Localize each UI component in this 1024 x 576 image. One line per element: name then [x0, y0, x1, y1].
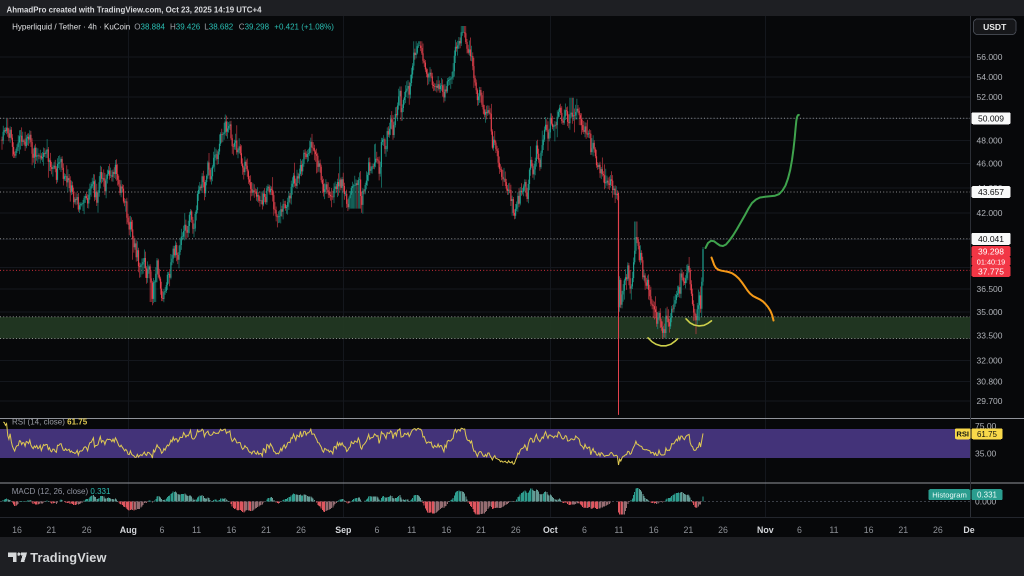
svg-text:TradingView: TradingView [30, 550, 106, 565]
svg-text:11: 11 [614, 525, 623, 535]
svg-text:11: 11 [407, 525, 416, 535]
svg-text:21: 21 [684, 525, 694, 535]
svg-text:0.331: 0.331 [977, 491, 998, 500]
svg-text:48.000: 48.000 [977, 136, 1003, 146]
svg-text:26: 26 [296, 525, 306, 535]
svg-text:54.000: 54.000 [977, 72, 1003, 82]
svg-text:42.000: 42.000 [977, 208, 1003, 218]
svg-text:RSI (14, close) 61.75: RSI (14, close) 61.75 [12, 418, 88, 427]
svg-text:H39.426: H39.426 [170, 23, 201, 32]
svg-text:+0.421 (+1.08%): +0.421 (+1.08%) [274, 23, 334, 32]
svg-text:50.009: 50.009 [978, 113, 1004, 123]
svg-text:30.800: 30.800 [977, 376, 1003, 386]
svg-text:35.000: 35.000 [977, 307, 1003, 317]
svg-text:USDT: USDT [983, 22, 1007, 32]
svg-text:16: 16 [649, 525, 659, 535]
svg-text:26: 26 [511, 525, 521, 535]
svg-text:01:40:19: 01:40:19 [977, 257, 1005, 266]
svg-text:Hyperliquid / Tether · 4h · Ku: Hyperliquid / Tether · 4h · KuCoin [12, 23, 130, 32]
svg-text:46.000: 46.000 [977, 159, 1003, 169]
svg-text:33.500: 33.500 [977, 331, 1003, 341]
svg-text:Nov: Nov [757, 525, 774, 535]
svg-text:De: De [963, 525, 974, 535]
svg-text:36.500: 36.500 [977, 284, 1003, 294]
svg-text:6: 6 [160, 525, 165, 535]
svg-text:21: 21 [46, 525, 56, 535]
svg-text:O38.884: O38.884 [134, 23, 165, 32]
svg-text:35.00: 35.00 [975, 449, 997, 459]
svg-text:52.000: 52.000 [977, 92, 1003, 102]
svg-text:21: 21 [261, 525, 271, 535]
svg-text:29.700: 29.700 [977, 396, 1003, 406]
svg-text:16: 16 [864, 525, 874, 535]
svg-text:16: 16 [442, 525, 452, 535]
svg-text:39.298: 39.298 [978, 247, 1004, 257]
svg-text:61.75: 61.75 [977, 430, 998, 439]
svg-text:Oct: Oct [543, 525, 558, 535]
svg-text:21: 21 [476, 525, 486, 535]
svg-text:6: 6 [797, 525, 802, 535]
svg-text:RSI: RSI [956, 429, 969, 438]
svg-text:Sep: Sep [335, 525, 352, 535]
svg-text:11: 11 [192, 525, 201, 535]
svg-text:37.775: 37.775 [978, 266, 1004, 276]
svg-text:26: 26 [933, 525, 943, 535]
svg-text:Aug: Aug [120, 525, 137, 535]
svg-text:16: 16 [12, 525, 22, 535]
svg-text:AhmadPro created with TradingV: AhmadPro created with TradingView.com, O… [7, 5, 263, 14]
svg-text:32.000: 32.000 [977, 356, 1003, 366]
svg-text:16: 16 [227, 525, 237, 535]
svg-text:26: 26 [718, 525, 728, 535]
svg-text:6: 6 [582, 525, 587, 535]
svg-text:11: 11 [829, 525, 838, 535]
svg-text:Histogram: Histogram [932, 490, 967, 499]
svg-text:40.041: 40.041 [978, 234, 1004, 244]
svg-text:26: 26 [82, 525, 92, 535]
svg-text:MACD (12, 26, close) 0.331: MACD (12, 26, close) 0.331 [12, 487, 111, 496]
svg-text:6: 6 [375, 525, 380, 535]
svg-text:56.000: 56.000 [977, 52, 1003, 62]
svg-text:43.657: 43.657 [978, 187, 1004, 197]
svg-text:C39.298: C39.298 [239, 23, 270, 32]
svg-text:L38.682: L38.682 [204, 23, 233, 32]
svg-text:21: 21 [898, 525, 908, 535]
